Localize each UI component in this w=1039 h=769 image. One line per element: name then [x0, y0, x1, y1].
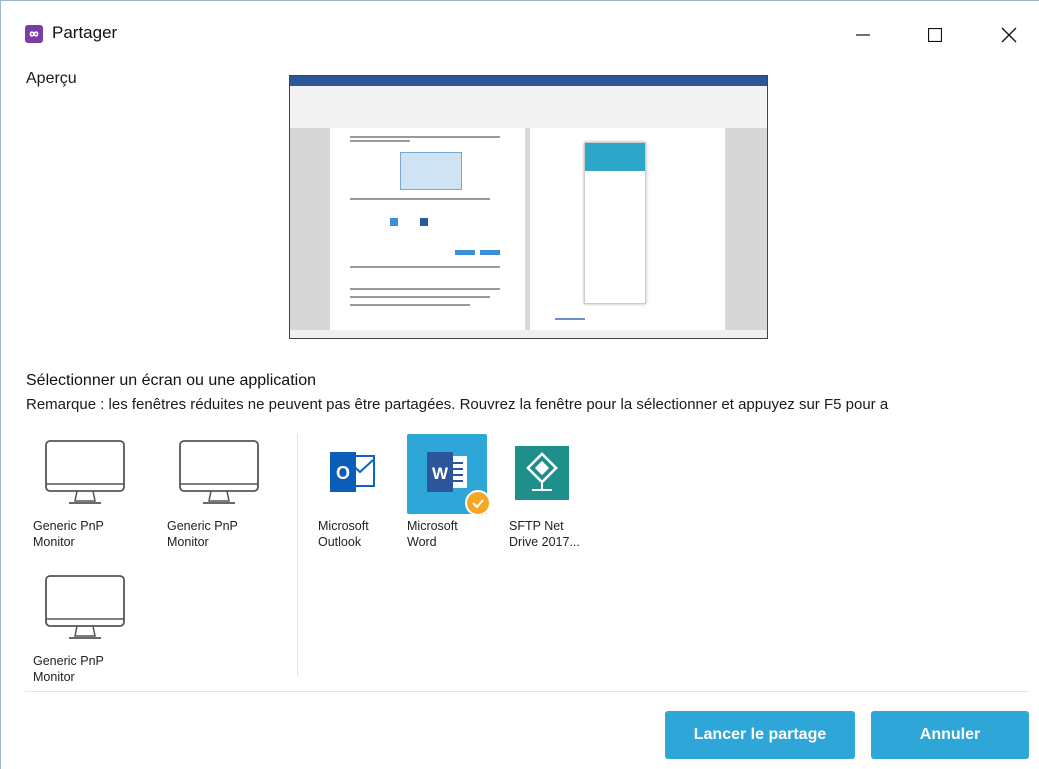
app-tile-word[interactable]: W Microsoft Word: [407, 434, 497, 556]
screen-label-line1: Generic PnP: [33, 654, 104, 668]
selection-note: Remarque : les fenêtres réduites ne peuv…: [26, 396, 889, 413]
preview-status-bar: [290, 330, 767, 338]
start-sharing-button[interactable]: Lancer le partage: [665, 711, 855, 759]
screen-label-line2: Monitor: [33, 535, 75, 549]
app-label-line2: Drive 2017...: [509, 535, 580, 549]
screen-label-line2: Monitor: [33, 670, 75, 684]
app-tile-sftp-net-drive[interactable]: SFTP Net Drive 2017...: [509, 438, 599, 556]
preview-popup: [584, 142, 646, 304]
app-label-line1: Microsoft: [318, 519, 369, 533]
vertical-divider: [297, 434, 298, 676]
infinity-icon: [25, 25, 43, 43]
footer-divider: [25, 691, 1029, 692]
preview-document-area: [290, 128, 767, 332]
selection-heading: Sélectionner un écran ou une application: [26, 372, 316, 389]
svg-text:O: O: [336, 463, 350, 483]
screen-label-line1: Generic PnP: [33, 519, 104, 533]
maximize-icon: [928, 28, 942, 42]
screen-tile-2[interactable]: Generic PnP Monitor: [167, 438, 259, 556]
preview-ribbon: [290, 76, 767, 128]
svg-text:W: W: [432, 464, 449, 483]
app-label-line1: SFTP Net: [509, 519, 564, 533]
app-label-line1: Microsoft: [407, 519, 458, 533]
window-title: Partager: [52, 23, 118, 42]
app-tile-outlook[interactable]: O Microsoft Outlook: [318, 438, 408, 556]
monitor-icon: [45, 575, 125, 639]
title-bar: Partager: [1, 1, 1039, 61]
monitor-icon: [45, 440, 125, 504]
screen-tile-1[interactable]: Generic PnP Monitor: [33, 438, 125, 556]
preview-thumbnail: [289, 75, 768, 339]
minimize-button[interactable]: [843, 17, 883, 53]
preview-page: [330, 128, 525, 332]
screen-tile-3[interactable]: Generic PnP Monitor: [33, 573, 125, 691]
word-icon: W: [427, 452, 467, 492]
screen-label-line1: Generic PnP: [167, 519, 238, 533]
minimize-icon: [856, 34, 870, 36]
preview-label: Aperçu: [26, 70, 77, 87]
close-icon: [1001, 27, 1017, 43]
screen-label-line2: Monitor: [167, 535, 209, 549]
app-label-line2: Word: [407, 535, 437, 549]
outlook-icon: O: [330, 452, 375, 492]
share-dialog: Partager Aperçu Sélectionner un écran ou…: [0, 0, 1039, 769]
monitor-icon: [179, 440, 259, 504]
cancel-button[interactable]: Annuler: [871, 711, 1029, 759]
maximize-button[interactable]: [915, 17, 955, 53]
sftp-net-drive-icon: [515, 446, 569, 500]
check-icon: [465, 490, 491, 516]
close-button[interactable]: [989, 17, 1029, 53]
app-label-line2: Outlook: [318, 535, 362, 549]
